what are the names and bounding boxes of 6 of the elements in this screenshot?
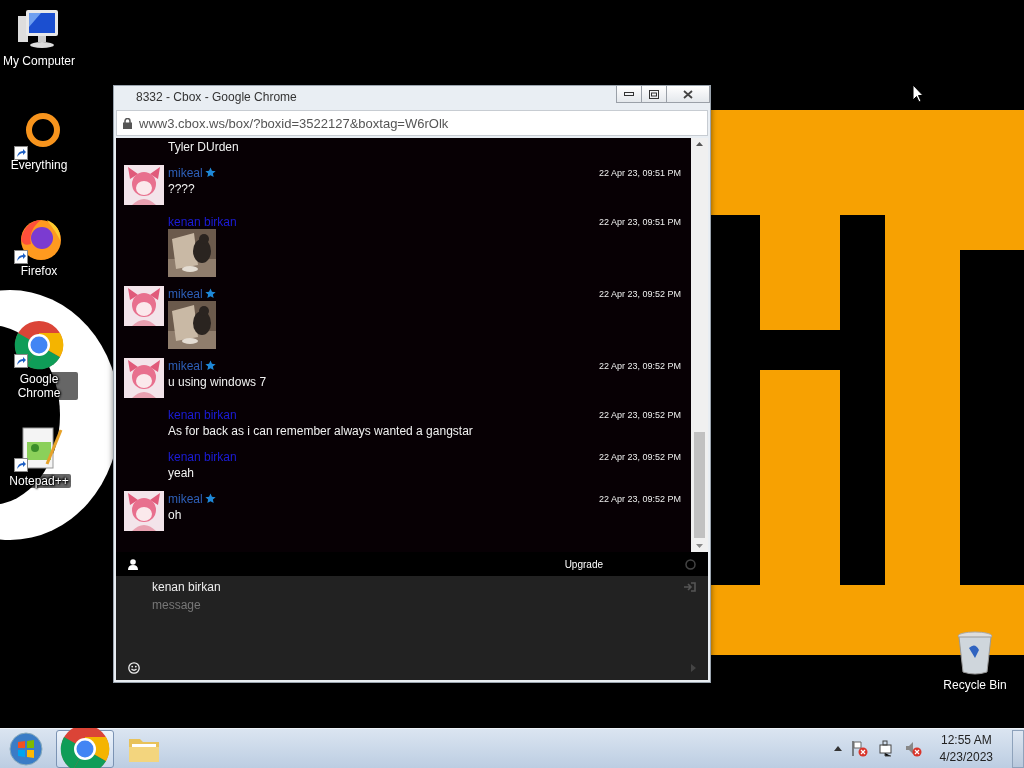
tray-expand-icon[interactable] bbox=[833, 746, 842, 751]
windows-orb-icon bbox=[9, 731, 43, 766]
flag-error-icon[interactable] bbox=[850, 740, 869, 757]
speaker-muted-icon[interactable] bbox=[904, 740, 923, 757]
clock[interactable]: 12:55 AM 4/23/2023 bbox=[939, 731, 993, 766]
taskbar-button[interactable] bbox=[56, 729, 114, 768]
